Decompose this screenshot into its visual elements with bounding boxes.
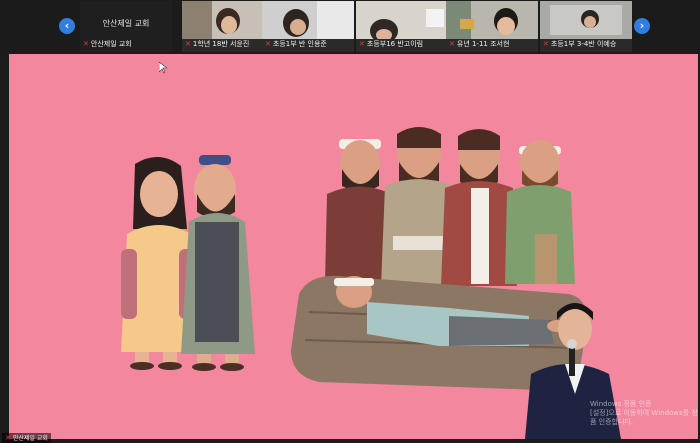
windows-activation-watermark: Windows 정품 인증 [설정]으로 이동하여 Windows를 정품 인증… [590, 400, 698, 426]
participant-video-thumb [540, 1, 632, 39]
main-video [9, 54, 698, 439]
chevron-right-icon[interactable]: › [634, 18, 650, 34]
participant-video-thumb [356, 1, 448, 39]
participant-strip: ‹ 안산제일 교회 ✕ 안산제일 교회 ✕ 1학년 18반 서윤진 ✕ 초등1부 반 … [0, 0, 700, 54]
participant-video-thumb [446, 1, 538, 39]
mic-muted-icon: ✕ [449, 40, 455, 48]
mic-muted-icon: ✕ [185, 40, 191, 48]
host-center-name: 안산제일 교회 [102, 19, 150, 28]
participant-tile-2[interactable]: ✕ 초등1부 반 인용준 [262, 1, 354, 52]
video-meeting-window: ‹ 안산제일 교회 ✕ 안산제일 교회 ✕ 1학년 18반 서윤진 ✕ 초등1부 반 … [0, 0, 700, 443]
participant-tile-5[interactable]: ✕ 초등1부 3-4반 이예승 [540, 1, 632, 52]
speaker-name-label: ✕ 안산제일 교회 [2, 433, 51, 443]
participant-tile-host[interactable]: 안산제일 교회 ✕ 안산제일 교회 [80, 1, 172, 52]
participant-label: ✕ 초등부16 반고이림 [359, 40, 424, 48]
participant-video-thumb [182, 1, 274, 39]
mic-muted-icon: ✕ [5, 434, 11, 442]
mic-muted-icon: ✕ [359, 40, 365, 48]
participant-tile-4[interactable]: ✕ 유년 1-11 조서현 [446, 1, 538, 52]
participant-tile-3[interactable]: ✕ 초등부16 반고이림 [356, 1, 448, 52]
mouse-cursor-icon [159, 62, 167, 74]
participant-label: ✕ 안산제일 교회 [83, 40, 132, 48]
chevron-left-icon[interactable]: ‹ [59, 18, 75, 34]
mic-muted-icon: ✕ [543, 40, 549, 48]
participant-label: ✕ 1학년 18반 서윤진 [185, 40, 250, 48]
participant-tile-1[interactable]: ✕ 1학년 18반 서윤진 [182, 1, 274, 52]
shared-illustration [9, 54, 698, 439]
mic-muted-icon: ✕ [265, 40, 271, 48]
participant-label: ✕ 초등1부 3-4반 이예승 [543, 40, 617, 48]
participant-label: ✕ 초등1부 반 인용준 [265, 40, 327, 48]
mic-muted-icon: ✕ [83, 40, 89, 48]
participant-label: ✕ 유년 1-11 조서현 [449, 40, 510, 48]
participant-video-thumb [262, 1, 354, 39]
